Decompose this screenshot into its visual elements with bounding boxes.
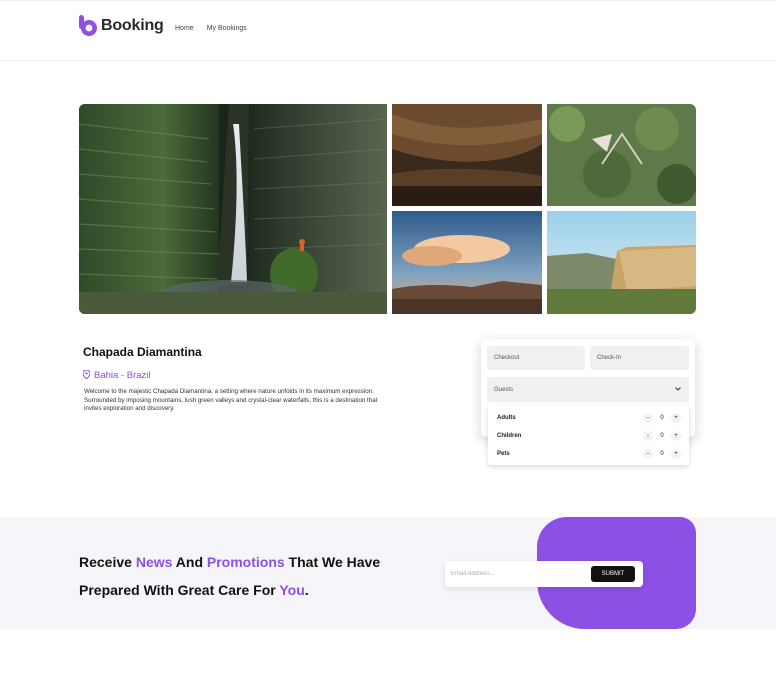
gallery-photo-cave[interactable] bbox=[392, 104, 542, 206]
location-text: Bahia - Brazil bbox=[94, 369, 151, 381]
children-decrement-button[interactable]: - bbox=[643, 431, 653, 441]
pets-decrement-button[interactable]: - bbox=[643, 449, 653, 459]
logo-icon bbox=[79, 15, 98, 37]
newsletter-line-2: Prepared With Great Care For You. bbox=[79, 576, 380, 604]
heading-highlight: You bbox=[279, 582, 305, 598]
guest-row-pets: Pets - 0 + bbox=[497, 448, 681, 460]
main-nav: Home My Bookings bbox=[175, 25, 247, 32]
newsletter-line-1: Receive News And Promotions That We Have bbox=[79, 548, 380, 576]
guests-panel: Adults - 0 + Children - 0 + Pets - 0 + bbox=[488, 405, 689, 465]
adults-decrement-button[interactable]: - bbox=[643, 413, 653, 423]
brand-logo[interactable]: Booking bbox=[79, 15, 164, 37]
submit-button[interactable]: SUBMIT bbox=[591, 566, 635, 582]
guests-label: Guests bbox=[494, 386, 514, 393]
nav-my-bookings[interactable]: My Bookings bbox=[207, 25, 247, 32]
checkout-field[interactable]: Checkout bbox=[487, 346, 585, 370]
checkin-field[interactable]: Check-In bbox=[590, 346, 689, 370]
pets-increment-button[interactable]: + bbox=[671, 449, 681, 459]
gallery-main-photo[interactable] bbox=[79, 104, 387, 314]
heading-highlight: News bbox=[135, 554, 173, 570]
chevron-down-icon bbox=[675, 386, 681, 393]
heading-text: That We Have bbox=[284, 554, 381, 570]
newsletter-section: Receive News And Promotions That We Have… bbox=[0, 517, 776, 629]
guests-dropdown[interactable]: Guests bbox=[487, 377, 689, 402]
newsletter-form: SUBMIT bbox=[445, 561, 643, 587]
guest-row-adults: Adults - 0 + bbox=[497, 412, 681, 424]
nav-home[interactable]: Home bbox=[175, 25, 194, 32]
children-increment-button[interactable]: + bbox=[671, 431, 681, 441]
heading-highlight: Promotions bbox=[206, 554, 285, 570]
top-header: Booking Home My Bookings bbox=[0, 0, 776, 61]
gallery-photo-forest[interactable] bbox=[547, 104, 696, 206]
heading-text: And bbox=[172, 554, 207, 570]
newsletter-heading: Receive News And Promotions That We Have… bbox=[79, 548, 380, 604]
location-pin-icon bbox=[82, 366, 91, 384]
heading-text: Prepared With Great Care For bbox=[79, 582, 280, 598]
photo-gallery bbox=[79, 104, 696, 314]
pets-stepper: - 0 + bbox=[643, 449, 681, 459]
children-label: Children bbox=[497, 433, 522, 439]
place-location: Bahia - Brazil bbox=[82, 366, 151, 384]
brand-name: Booking bbox=[101, 17, 164, 34]
heading-text: . bbox=[304, 582, 309, 598]
place-title: Chapada Diamantina bbox=[83, 345, 202, 359]
guest-row-children: Children - 0 + bbox=[497, 430, 681, 442]
gallery-photo-cliff[interactable] bbox=[547, 211, 696, 314]
adults-count: 0 bbox=[660, 415, 664, 421]
adults-increment-button[interactable]: + bbox=[671, 413, 681, 423]
adults-stepper: - 0 + bbox=[643, 413, 681, 423]
gallery-photo-sunset[interactable] bbox=[392, 211, 542, 314]
pets-label: Pets bbox=[497, 451, 510, 457]
place-description: Welcome to the majestic Chapada Diamanti… bbox=[84, 388, 378, 412]
adults-label: Adults bbox=[497, 415, 516, 421]
children-count: 0 bbox=[660, 433, 664, 439]
email-input[interactable] bbox=[451, 567, 591, 581]
heading-text: Receive bbox=[79, 554, 136, 570]
children-stepper: - 0 + bbox=[643, 431, 681, 441]
pets-count: 0 bbox=[660, 451, 664, 457]
